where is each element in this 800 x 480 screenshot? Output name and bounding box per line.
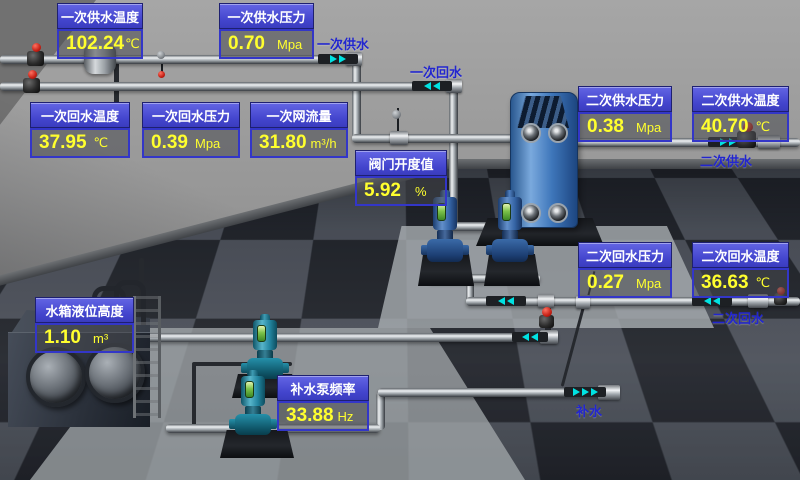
gauge-title: 阀门开度值 [355,150,447,176]
tank-ladder [133,296,161,418]
gauge-value: 1.10 [44,327,81,349]
flow-arrows-primary-return-icon [412,81,452,91]
pipe-primary-supply-drop [352,58,361,138]
gauge-value: 0.27 [587,272,624,294]
gauge-title: 一次回水温度 [30,102,130,128]
hmi-heat-exchange-station: 一次供水 一次回水 二次供水 二次回水 补水 一次供水温度 102.24℃ 一次… [0,0,800,480]
sensor-head-icon [157,51,165,59]
flow-arrows-makeup-icon [564,387,606,397]
gauge-value: 33.88 [286,405,334,427]
gauge-unit: ℃ [125,36,140,52]
exchanger-port [548,123,568,143]
gauge-unit: Mpa [636,120,661,135]
gauge-unit: m³/h [311,136,337,151]
gauge-secondary-supply-temp: 二次供水温度 40.70 ℃ [692,86,789,142]
exchanger-port [548,203,568,223]
gauge-title: 一次回水压力 [142,102,240,128]
gauge-valve-opening: 阀门开度值 5.92% [355,150,447,206]
gauge-value: 40.70 [701,116,749,138]
pipe-label-primary-return: 一次回水 [410,62,462,81]
gauge-secondary-return-pressure: 二次回水压力 0.27 Mpa [578,242,672,298]
flow-arrows-tank-line-icon [512,332,548,342]
gauge-value: 0.38 [587,116,624,138]
gauge-value: 31.80 [259,132,307,154]
gauge-value: 0.70 [228,33,265,55]
gauge-unit: Mpa [195,136,220,151]
gauge-unit: Mpa [636,276,661,291]
pump-status-indicator [502,203,511,221]
exchanger-port [521,203,541,223]
gauge-title: 一次供水压力 [219,3,314,29]
gauge-value: 5.92 [364,180,401,202]
gauge-title: 二次供水压力 [578,86,672,112]
gauge-title: 水箱液位高度 [35,297,134,323]
gauge-unit: Hz [338,409,354,424]
flow-arrows-secondary-return-icon [486,296,526,306]
gauge-value: 102.24 [66,33,124,55]
gauge-primary-supply-temp: 一次供水温度 102.24℃ [57,3,143,59]
gauge-primary-return-temp: 一次回水温度 37.95 ℃ [30,102,130,158]
tank-manhole-icon [26,347,86,407]
exchanger-port [521,123,541,143]
gauge-secondary-return-temp: 二次回水温度 36.63 ℃ [692,242,789,298]
pipe-label-makeup-water: 补水 [576,401,602,420]
control-valve-actuator [392,110,401,119]
gauge-unit: Mpa [277,37,302,52]
gauge-title: 一次网流量 [250,102,348,128]
gauge-secondary-supply-pressure: 二次供水压力 0.38 Mpa [578,86,672,142]
sensor-tip-icon [158,71,165,78]
pipe-to-exchanger [352,134,532,143]
tee-fitting [538,294,554,308]
gauge-unit: ℃ [756,119,771,135]
pipe-label-secondary-supply: 二次供水 [700,151,752,170]
valve-handle-icon [28,70,37,79]
gauge-value: 37.95 [39,132,87,154]
gauge-primary-supply-pressure: 一次供水压力 0.70 Mpa [219,3,314,59]
pipe-label-secondary-return: 二次回水 [712,308,764,327]
gauge-title: 一次供水温度 [57,3,143,29]
valve-primary-supply [27,51,44,66]
flow-arrows-primary-supply-icon [318,54,358,64]
control-valve-body [390,131,408,145]
gauge-title: 二次供水温度 [692,86,789,112]
gauge-makeup-pump-frequency: 补水泵频率 33.88 Hz [277,375,369,431]
pump-status-indicator [257,325,266,342]
gauge-unit: m³ [93,331,108,346]
gauge-tank-level: 水箱液位高度 1.10 m³ [35,297,134,353]
makeup-pump-2 [233,370,273,440]
valve-handle-icon [542,307,552,317]
gauge-primary-return-pressure: 一次回水压力 0.39 Mpa [142,102,240,158]
valve-primary-return [23,78,40,93]
gauge-title: 补水泵频率 [277,375,369,401]
gauge-unit: ℃ [756,275,771,291]
gauge-value: 36.63 [701,272,749,294]
pipe-thin-loop-v [192,364,196,426]
gauge-primary-network-flow: 一次网流量 31.80 m³/h [250,102,348,158]
pipe-label-primary-supply: 一次供水 [317,34,369,53]
gauge-title: 二次回水温度 [692,242,789,268]
circulation-pump-2 [488,190,532,270]
valve-handle-icon [32,43,41,52]
gauge-unit: % [415,184,427,199]
gauge-unit: ℃ [94,135,109,151]
pipe-tank-outlet [146,333,558,342]
gauge-title: 二次回水压力 [578,242,672,268]
pipe-primary-return [0,82,455,91]
pump-status-indicator [245,381,254,398]
gauge-value: 0.39 [151,132,188,154]
